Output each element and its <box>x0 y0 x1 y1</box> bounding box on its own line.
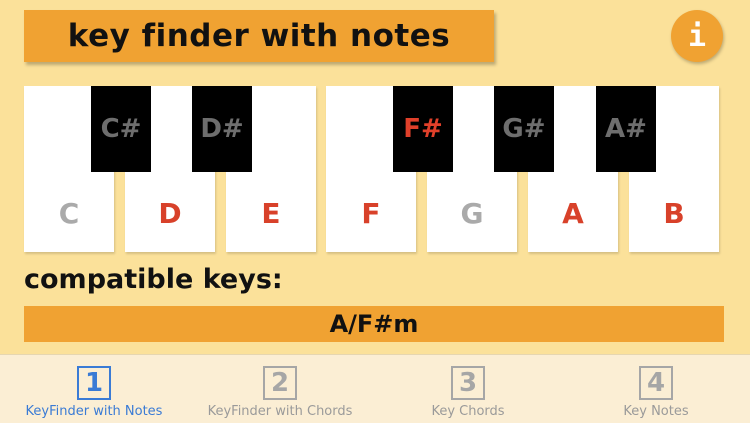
key-label: G <box>460 197 484 230</box>
app-title: key finder with notes <box>67 18 451 54</box>
tab-number-icon: 4 <box>639 366 673 400</box>
tab-number-icon: 3 <box>451 366 485 400</box>
black-key-d-sharp[interactable]: D# <box>192 86 252 172</box>
key-label: F <box>361 197 381 230</box>
key-label: E <box>261 197 281 230</box>
tab-number-icon: 1 <box>77 366 111 400</box>
result-text: A/F#m <box>329 310 419 338</box>
compatible-keys-result: A/F#m <box>24 306 724 342</box>
info-icon: i <box>687 18 707 54</box>
tab-label: KeyFinder with Notes <box>25 404 163 419</box>
key-label: D# <box>200 114 244 144</box>
tab-number-icon: 2 <box>263 366 297 400</box>
app-title-bar: key finder with notes <box>24 10 494 62</box>
key-label: A <box>562 197 584 230</box>
piano-keyboard: C D E F G A B C# D# F# G# A# <box>24 86 720 252</box>
black-key-c-sharp[interactable]: C# <box>91 86 151 172</box>
tab-keyfinder-notes[interactable]: 1 KeyFinder with Notes <box>0 355 188 423</box>
key-label: G# <box>502 114 546 144</box>
key-label: D <box>158 197 182 230</box>
black-key-g-sharp[interactable]: G# <box>494 86 554 172</box>
black-key-a-sharp[interactable]: A# <box>596 86 656 172</box>
tab-key-chords[interactable]: 3 Key Chords <box>374 355 562 423</box>
key-label: A# <box>605 114 647 144</box>
tab-bar: 1 KeyFinder with Notes 2 KeyFinder with … <box>0 354 750 423</box>
key-label: B <box>663 197 685 230</box>
key-label: F# <box>403 114 443 144</box>
tab-key-notes[interactable]: 4 Key Notes <box>562 355 750 423</box>
tab-label: KeyFinder with Chords <box>207 404 353 419</box>
tab-keyfinder-chords[interactable]: 2 KeyFinder with Chords <box>186 355 374 423</box>
compatible-keys-label: compatible keys: <box>24 264 283 295</box>
tab-label: Key Notes <box>623 404 689 419</box>
key-label: C# <box>100 114 142 144</box>
key-label: C <box>58 197 80 230</box>
tab-label: Key Chords <box>431 404 505 419</box>
black-key-f-sharp[interactable]: F# <box>393 86 453 172</box>
info-button[interactable]: i <box>671 10 723 62</box>
